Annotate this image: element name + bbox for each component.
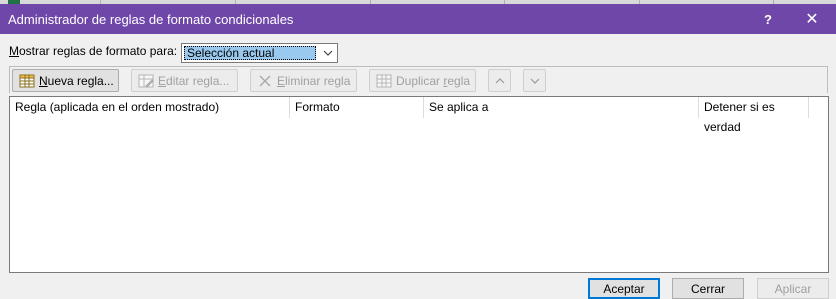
- column-header-format[interactable]: Formato: [290, 97, 424, 118]
- ok-button[interactable]: Aceptar: [588, 278, 660, 299]
- new-rule-icon: [19, 74, 35, 87]
- column-header-applies-to[interactable]: Se aplica a: [424, 97, 699, 118]
- selected-scope-value: Selección actual: [184, 46, 316, 60]
- delete-rule-label: Eliminar regla: [277, 73, 351, 88]
- show-rules-label: Mostrar reglas de formato para:: [9, 44, 178, 58]
- title-bar[interactable]: Administrador de reglas de formato condi…: [0, 4, 836, 34]
- rules-table[interactable]: Regla (aplicada en el orden mostrado) Fo…: [9, 96, 829, 273]
- close-button[interactable]: Cerrar: [672, 278, 744, 299]
- dialog-title: Administrador de reglas de formato condi…: [8, 12, 294, 27]
- new-rule-button[interactable]: Nueva regla...: [12, 69, 119, 92]
- column-header-stop-if-true[interactable]: Detener si es verdad: [699, 97, 809, 134]
- edit-rule-button[interactable]: Editar regla...: [131, 69, 238, 92]
- duplicate-rule-icon: [376, 74, 392, 87]
- edit-rule-label: Editar regla...: [158, 73, 230, 88]
- show-rules-for-select[interactable]: Selección actual: [181, 43, 338, 63]
- move-down-button[interactable]: [523, 69, 546, 92]
- column-header-rule[interactable]: Regla (aplicada en el orden mostrado): [10, 97, 290, 118]
- delete-x-icon: [259, 75, 271, 86]
- duplicate-rule-button[interactable]: Duplicar regla: [369, 69, 476, 92]
- chevron-down-icon: [323, 50, 333, 56]
- new-rule-label: Nueva regla...: [39, 73, 114, 88]
- chevron-up-icon: [495, 77, 504, 83]
- help-button[interactable]: ?: [748, 4, 788, 34]
- edit-rule-icon: [138, 74, 154, 88]
- apply-button[interactable]: Aplicar: [757, 278, 829, 299]
- delete-rule-button[interactable]: Eliminar regla: [250, 69, 357, 92]
- chevron-down-icon: [530, 78, 539, 84]
- conditional-formatting-rules-dialog: Administrador de reglas de formato condi…: [0, 4, 836, 299]
- close-icon[interactable]: ✕: [792, 4, 832, 34]
- duplicate-rule-label: Duplicar regla: [396, 73, 471, 88]
- move-up-button[interactable]: [488, 69, 511, 92]
